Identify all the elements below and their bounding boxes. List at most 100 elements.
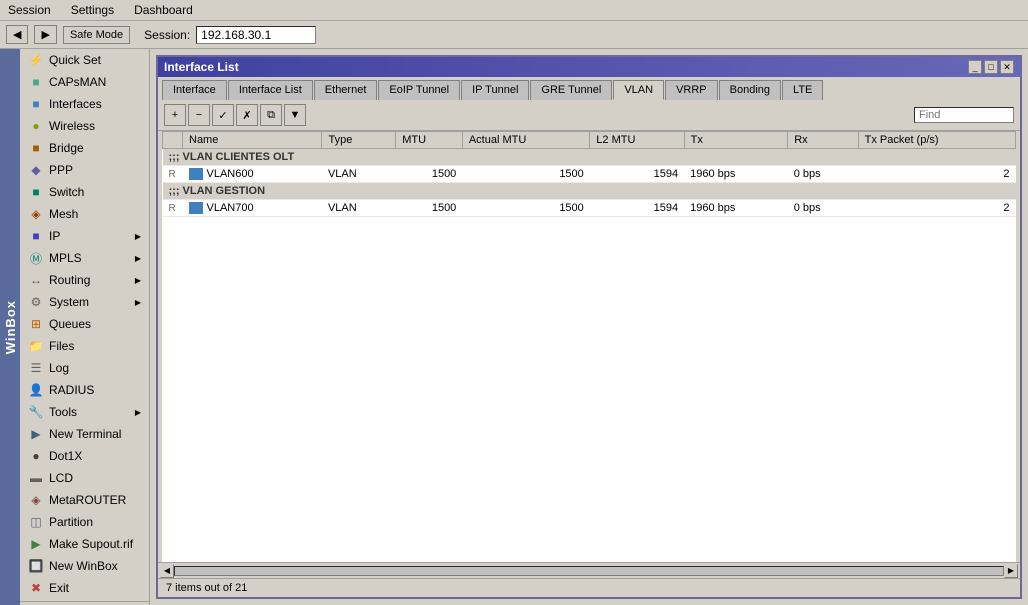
metarouter-icon: ◈ [28, 492, 44, 508]
sidebar-item-bridge[interactable]: ■ Bridge [20, 137, 149, 159]
sidebar-item-mpls[interactable]: Ⓜ MPLS ▶ [20, 247, 149, 269]
close-button[interactable]: ✕ [1000, 60, 1014, 74]
mpls-icon: Ⓜ [28, 250, 44, 266]
col-l2-mtu[interactable]: L2 MTU [590, 132, 684, 149]
sidebar-item-wireless[interactable]: ● Wireless [20, 115, 149, 137]
content-area: Interface List _ □ ✕ Interface Interface… [150, 49, 1028, 605]
col-rx[interactable]: Rx [788, 132, 858, 149]
tabs-row: Interface Interface List Ethernet EoIP T… [158, 77, 1020, 100]
window-title: Interface List [164, 60, 239, 74]
sidebar-item-system[interactable]: ⚙ System ▶ [20, 291, 149, 313]
col-mtu[interactable]: MTU [396, 132, 463, 149]
enable-button[interactable]: ✓ [212, 104, 234, 126]
sidebar-item-ip[interactable]: ■ IP ▶ [20, 225, 149, 247]
sidebar-item-log[interactable]: ☰ Log [20, 357, 149, 379]
ip-sub-arrow: ▶ [135, 232, 141, 241]
minimize-button[interactable]: _ [968, 60, 982, 74]
section-header-row: ;;; VLAN CLIENTES OLT [163, 149, 1016, 166]
sidebar-item-lcd[interactable]: ▬ LCD [20, 467, 149, 489]
tab-interface-list[interactable]: Interface List [228, 80, 313, 100]
menu-session[interactable]: Session [4, 2, 55, 18]
table-row[interactable]: R VLAN600VLAN1500150015941960 bps0 bps2 [163, 166, 1016, 183]
filter-button[interactable]: ▼ [284, 104, 306, 126]
scroll-right-button[interactable]: ▶ [1004, 564, 1018, 578]
menu-dashboard[interactable]: Dashboard [130, 2, 197, 18]
horizontal-scrollbar[interactable]: ◀ ▶ [158, 562, 1020, 578]
sidebar-item-make-supout[interactable]: ▶ Make Supout.rif [20, 533, 149, 555]
table-row[interactable]: R VLAN700VLAN1500150015941960 bps0 bps2 [163, 200, 1016, 217]
sidebar-item-new-winbox[interactable]: 🔲 New WinBox [20, 555, 149, 577]
tab-gre-tunnel[interactable]: GRE Tunnel [530, 80, 612, 100]
status-text: 7 items out of 21 [166, 582, 247, 594]
session-ip-input[interactable] [196, 26, 316, 44]
safe-mode-button[interactable]: Safe Mode [63, 26, 130, 44]
wireless-icon: ● [28, 118, 44, 134]
sidebar-item-capsman[interactable]: ■ CAPsMAN [20, 71, 149, 93]
section-header-row: ;;; VLAN GESTION [163, 183, 1016, 200]
search-input[interactable] [914, 107, 1014, 123]
maximize-button[interactable]: □ [984, 60, 998, 74]
col-type[interactable]: Type [322, 132, 396, 149]
sidebar-label-log: Log [49, 361, 69, 375]
tab-interface[interactable]: Interface [162, 80, 227, 100]
sidebar-item-ppp[interactable]: ◆ PPP [20, 159, 149, 181]
tab-vlan[interactable]: VLAN [613, 80, 664, 100]
col-actual-mtu[interactable]: Actual MTU [462, 132, 589, 149]
sidebar-item-exit[interactable]: ✖ Exit [20, 577, 149, 599]
sidebar: ⚡ Quick Set ■ CAPsMAN ■ Interfaces ● Wir… [20, 49, 150, 605]
col-tx[interactable]: Tx [684, 132, 788, 149]
system-icon: ⚙ [28, 294, 44, 310]
sidebar-label-lcd: LCD [49, 471, 73, 485]
tab-lte[interactable]: LTE [782, 80, 823, 100]
scroll-track[interactable] [174, 566, 1004, 576]
sidebar-label-mpls: MPLS [49, 251, 82, 265]
sidebar-item-interfaces[interactable]: ■ Interfaces [20, 93, 149, 115]
forward-button[interactable]: ▶ [34, 25, 56, 44]
interfaces-icon: ■ [28, 96, 44, 112]
sidebar-label-make-supout: Make Supout.rif [49, 537, 133, 551]
remove-button[interactable]: − [188, 104, 210, 126]
scroll-left-button[interactable]: ◀ [160, 564, 174, 578]
back-button[interactable]: ◀ [6, 25, 28, 44]
files-icon: 📁 [28, 338, 44, 354]
sidebar-item-new-terminal[interactable]: ▶ New Terminal [20, 423, 149, 445]
sidebar-label-dot1x: Dot1X [49, 449, 82, 463]
table-toolbar: + − ✓ ✗ ⧉ ▼ [158, 100, 1020, 131]
sidebar-item-dot1x[interactable]: ● Dot1X [20, 445, 149, 467]
tab-eoip-tunnel[interactable]: EoIP Tunnel [378, 80, 460, 100]
tab-ip-tunnel[interactable]: IP Tunnel [461, 80, 529, 100]
sidebar-label-files: Files [49, 339, 74, 353]
copy-button[interactable]: ⧉ [260, 104, 282, 126]
sidebar-inner: ⚡ Quick Set ■ CAPsMAN ■ Interfaces ● Wir… [20, 49, 149, 605]
sidebar-item-mesh[interactable]: ◈ Mesh [20, 203, 149, 225]
sidebar-label-radius: RADIUS [49, 383, 94, 397]
log-icon: ☰ [28, 360, 44, 376]
vlan-table: Name Type MTU Actual MTU L2 MTU Tx Rx Tx… [162, 131, 1016, 217]
sidebar-item-tools[interactable]: 🔧 Tools ▶ [20, 401, 149, 423]
tab-bonding[interactable]: Bonding [719, 80, 781, 100]
sidebar-item-switch[interactable]: ■ Switch [20, 181, 149, 203]
add-button[interactable]: + [164, 104, 186, 126]
sidebar-item-radius[interactable]: 👤 RADIUS [20, 379, 149, 401]
make-supout-icon: ▶ [28, 536, 44, 552]
sidebar-item-queues[interactable]: ⊞ Queues [20, 313, 149, 335]
session-label: Session: [144, 28, 190, 42]
col-name[interactable]: Name [183, 132, 322, 149]
dot1x-icon: ● [28, 448, 44, 464]
menu-settings[interactable]: Settings [67, 2, 118, 18]
tools-sub-arrow: ▶ [135, 408, 141, 417]
sidebar-label-system: System [49, 295, 89, 309]
sidebar-item-routing[interactable]: ↔ Routing ▶ [20, 269, 149, 291]
tab-ethernet[interactable]: Ethernet [314, 80, 378, 100]
disable-button[interactable]: ✗ [236, 104, 258, 126]
col-tx-packet[interactable]: Tx Packet (p/s) [858, 132, 1015, 149]
col-flag[interactable] [163, 132, 183, 149]
sidebar-item-quick-set[interactable]: ⚡ Quick Set [20, 49, 149, 71]
main-layout: WinBox ⚡ Quick Set ■ CAPsMAN ■ Interface… [0, 49, 1028, 605]
tab-vrrp[interactable]: VRRP [665, 80, 718, 100]
sidebar-item-files[interactable]: 📁 Files [20, 335, 149, 357]
sidebar-label-mesh: Mesh [49, 207, 78, 221]
sidebar-item-metarouter[interactable]: ◈ MetaROUTER [20, 489, 149, 511]
sidebar-item-partition[interactable]: ◫ Partition [20, 511, 149, 533]
sidebar-label-interfaces: Interfaces [49, 97, 102, 111]
